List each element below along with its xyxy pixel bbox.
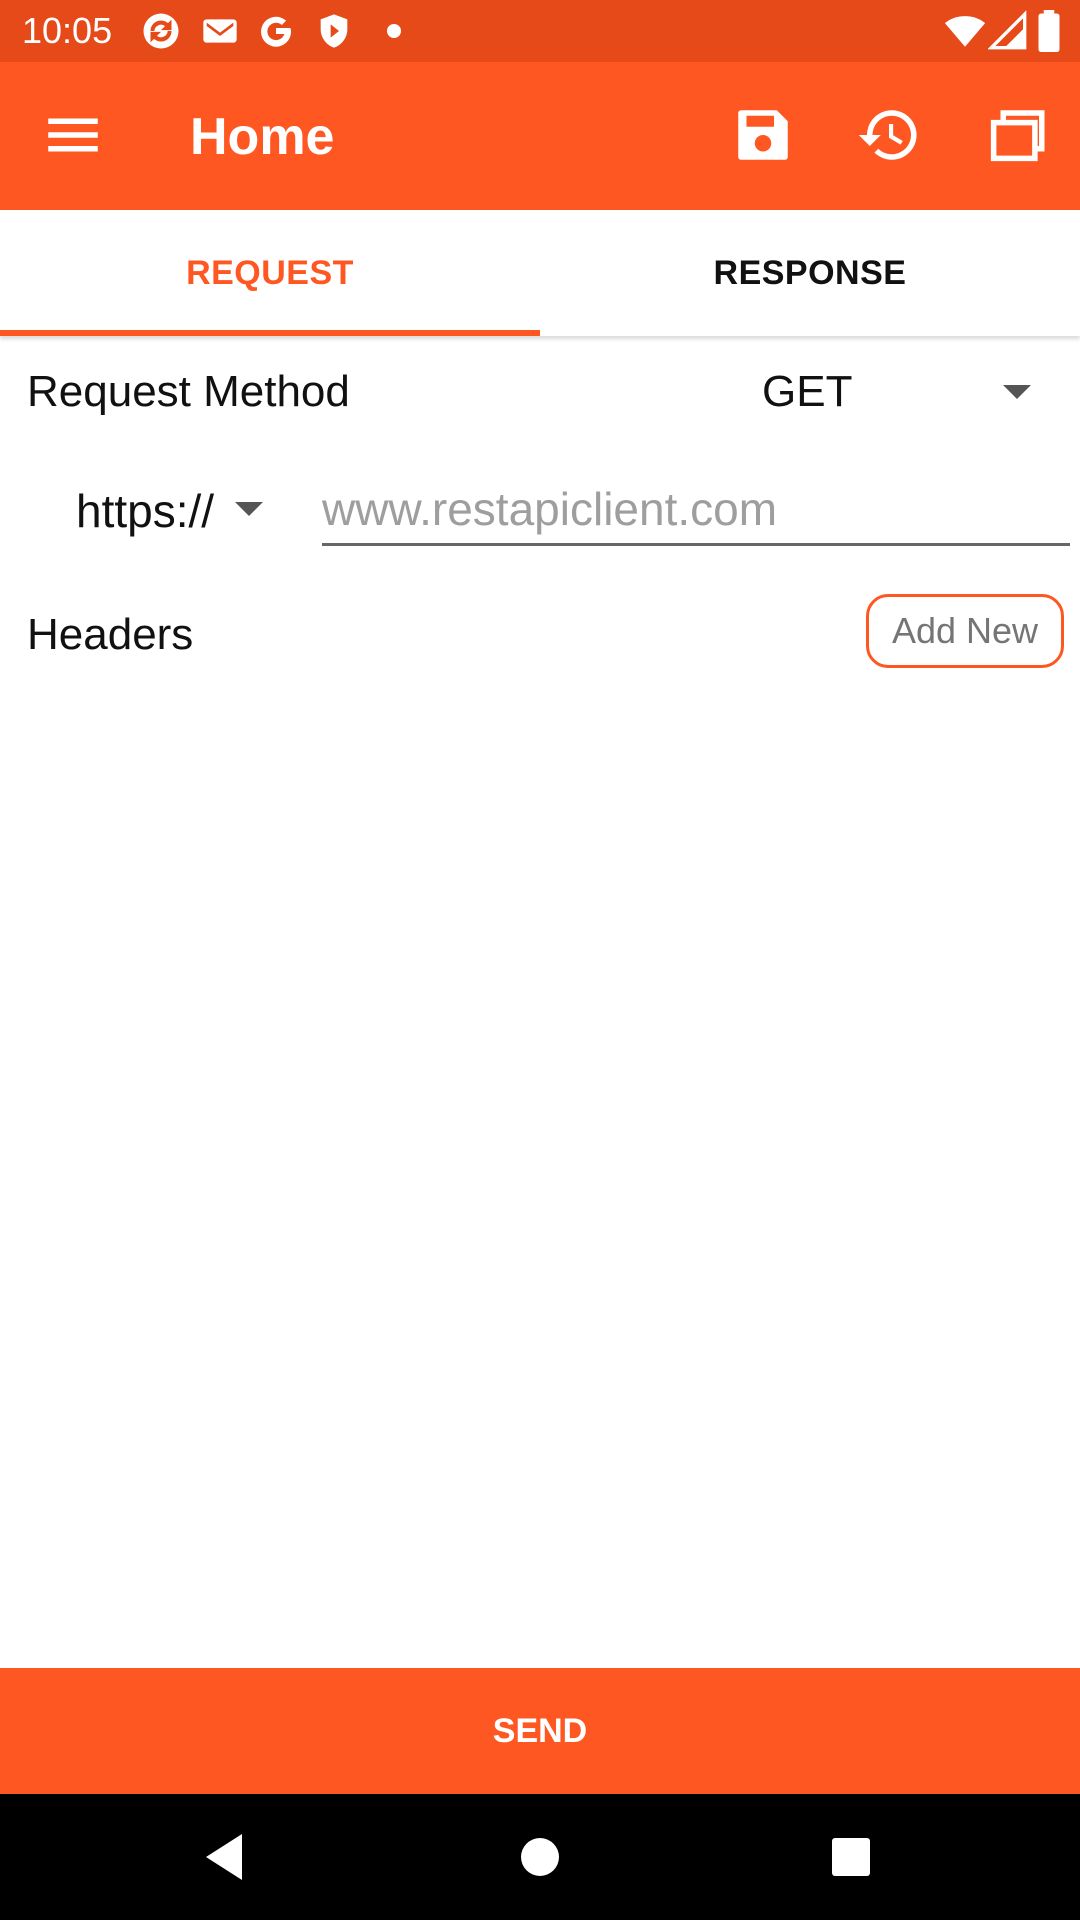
scheme-dropdown[interactable]: https:// xyxy=(76,484,214,538)
system-nav-bar xyxy=(0,1794,1080,1920)
cell-signal-icon xyxy=(988,10,1027,50)
chevron-down-icon[interactable] xyxy=(1003,385,1031,399)
history-icon[interactable] xyxy=(856,102,922,168)
google-icon xyxy=(261,16,292,47)
url-input[interactable] xyxy=(322,475,1070,546)
sync-icon xyxy=(143,13,179,49)
status-time: 10:05 xyxy=(22,10,113,51)
dot-icon xyxy=(387,24,401,38)
battery-icon xyxy=(1038,10,1060,52)
app-bar: Home xyxy=(0,62,1080,210)
shield-icon xyxy=(320,14,348,48)
back-icon[interactable] xyxy=(180,1794,270,1920)
home-icon[interactable] xyxy=(495,1794,585,1920)
wifi-icon xyxy=(944,16,986,47)
add-new-header-button[interactable]: Add New xyxy=(866,594,1064,668)
send-button[interactable]: SEND xyxy=(0,1668,1080,1794)
tab-indicator xyxy=(0,330,540,336)
tab-request[interactable]: REQUEST xyxy=(0,210,540,336)
save-icon[interactable] xyxy=(730,102,796,168)
gmail-icon xyxy=(203,19,237,43)
menu-icon[interactable] xyxy=(40,102,106,168)
headers-label: Headers xyxy=(27,610,194,659)
method-value[interactable]: GET xyxy=(762,367,852,417)
tab-response[interactable]: RESPONSE xyxy=(540,210,1080,336)
recents-icon[interactable] xyxy=(806,1794,896,1920)
chevron-down-icon[interactable] xyxy=(235,502,263,516)
request-method-label: Request Method xyxy=(27,367,350,416)
status-bar: 10:05 xyxy=(0,0,1080,62)
tab-bar: REQUEST RESPONSE xyxy=(0,210,1080,336)
collections-icon[interactable] xyxy=(984,102,1050,168)
page-title: Home xyxy=(190,108,335,166)
